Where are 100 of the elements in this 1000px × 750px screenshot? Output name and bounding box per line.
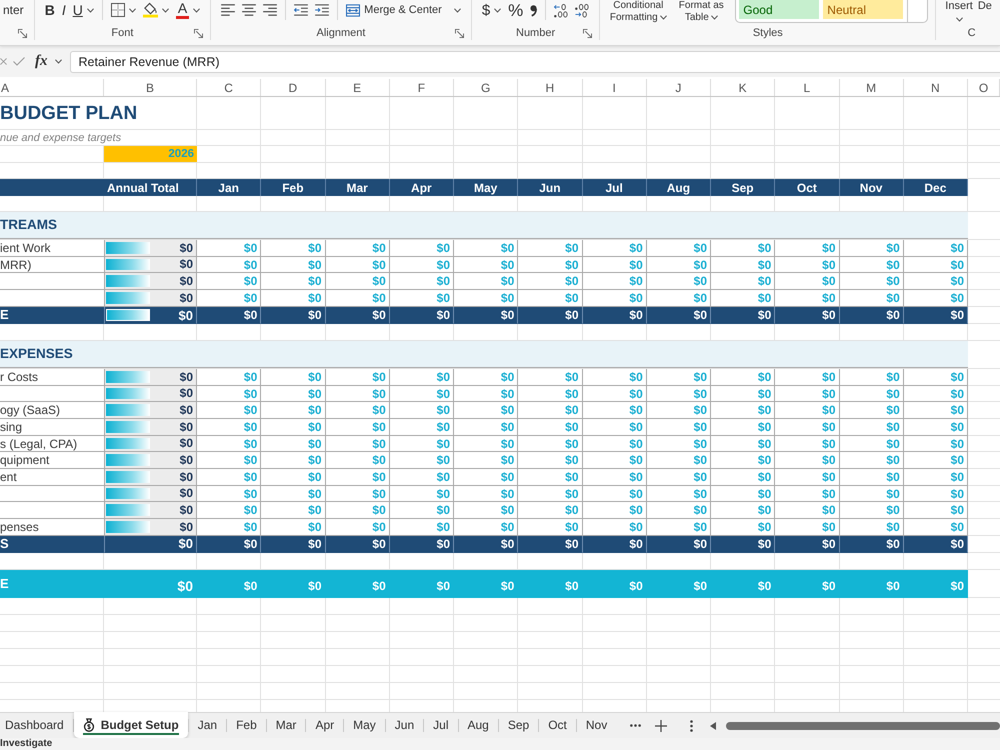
group-label: Styles bbox=[752, 27, 783, 40]
ribbon-command[interactable]: De bbox=[976, 0, 994, 13]
worksheet-grid[interactable] bbox=[0, 97, 1000, 712]
column-header[interactable]: L bbox=[775, 79, 840, 96]
font-color-button[interactable]: A bbox=[172, 0, 204, 20]
column-header[interactable]: I bbox=[582, 79, 647, 96]
table-cell: $0 bbox=[104, 570, 197, 598]
percent-button[interactable]: % bbox=[505, 0, 526, 20]
sheet-tab[interactable]: May bbox=[344, 712, 385, 738]
table-cell: $0 bbox=[711, 536, 776, 553]
scroll-left-icon[interactable] bbox=[710, 722, 716, 730]
formula-field[interactable]: Retainer Revenue (MRR) bbox=[70, 50, 1000, 72]
table-cell: $0 bbox=[582, 386, 647, 402]
table-cell: $0 bbox=[582, 436, 647, 452]
table-cell: $0 bbox=[775, 570, 840, 598]
sheet-tab[interactable]: Oct bbox=[539, 712, 576, 738]
annual-total-value: $0 bbox=[180, 292, 193, 304]
table-cell: $0 bbox=[840, 419, 904, 436]
sheet-tab[interactable]: Jul bbox=[424, 712, 458, 738]
table-cell: $0 bbox=[261, 570, 326, 598]
cell-style-swatch[interactable]: Neutral bbox=[823, 0, 904, 19]
table-cell: $0 bbox=[326, 369, 390, 386]
ribbon-command[interactable]: Conditional Formatting bbox=[608, 0, 668, 24]
merge-cells-icon bbox=[346, 4, 360, 16]
table-cell: $0 bbox=[326, 436, 390, 452]
sheet-tab[interactable]: Budget Setup bbox=[74, 712, 188, 738]
dialog-launcher-icon[interactable] bbox=[18, 28, 27, 38]
cell-style-swatch[interactable]: Good bbox=[739, 0, 820, 19]
sheet-tab[interactable]: Jun bbox=[386, 712, 424, 738]
column-header[interactable]: E bbox=[326, 79, 390, 96]
column-header[interactable]: B bbox=[104, 79, 197, 96]
underline-button[interactable]: U bbox=[70, 0, 97, 20]
table-cell: $0 bbox=[104, 536, 197, 553]
scrollbar-thumb[interactable] bbox=[726, 722, 1000, 730]
table-cell: $0 bbox=[326, 536, 390, 553]
dialog-launcher-icon[interactable] bbox=[583, 28, 592, 38]
table-cell: $0 bbox=[840, 502, 904, 519]
column-header[interactable]: M bbox=[840, 79, 904, 96]
column-header[interactable]: K bbox=[711, 79, 776, 96]
check-icon[interactable] bbox=[13, 57, 25, 66]
table-cell: $0 bbox=[646, 570, 711, 598]
merge-center-button[interactable]: Merge & Center bbox=[343, 0, 464, 20]
ribbon-command[interactable]: nter bbox=[0, 0, 27, 20]
dialog-launcher-icon[interactable] bbox=[194, 28, 204, 38]
sheet-tab[interactable]: Dashboard bbox=[0, 712, 73, 738]
insert-function-button[interactable]: fx bbox=[34, 53, 48, 70]
table-cell: $0 bbox=[904, 536, 968, 553]
table-cell: $0 bbox=[326, 402, 390, 419]
table-cell: $0 bbox=[326, 273, 390, 290]
sheet-tab[interactable]: Sep bbox=[498, 712, 538, 738]
table-cell: $0 bbox=[326, 519, 390, 536]
sheet-tab[interactable]: Mar bbox=[266, 712, 306, 738]
ribbon-command[interactable]: Format as Table bbox=[671, 0, 732, 24]
align-center-icon bbox=[242, 4, 256, 16]
more-icon[interactable] bbox=[630, 724, 641, 727]
table-cell: $0 bbox=[582, 290, 647, 307]
table-cell: $0 bbox=[840, 402, 904, 419]
annual-total-value: $0 bbox=[180, 454, 193, 466]
column-header[interactable]: D bbox=[261, 79, 326, 96]
column-header[interactable]: N bbox=[904, 79, 968, 96]
table-cell: $0 bbox=[840, 369, 904, 386]
table-cell: $0 bbox=[582, 257, 647, 273]
column-header[interactable]: F bbox=[390, 79, 454, 96]
column-header[interactable]: H bbox=[518, 79, 582, 96]
increase-indent-icon bbox=[315, 4, 330, 16]
annual-total-value: $0 bbox=[180, 504, 193, 516]
section-title: EXPENSES bbox=[0, 341, 968, 368]
table-cell: $0 bbox=[518, 536, 582, 553]
sheet-tab[interactable]: Aug bbox=[458, 712, 498, 738]
sheet-tab[interactable]: Feb bbox=[227, 712, 266, 738]
column-header[interactable]: A bbox=[0, 79, 104, 96]
decrease-indent-icon bbox=[294, 4, 308, 16]
sheet-tab[interactable]: Apr bbox=[306, 712, 344, 738]
currency-button[interactable]: $ bbox=[478, 0, 504, 20]
table-cell: $0 bbox=[582, 307, 647, 324]
dialog-launcher-icon[interactable] bbox=[454, 28, 464, 38]
table-cell: $0 bbox=[840, 452, 904, 469]
annual-total-value: $0 bbox=[178, 308, 193, 322]
table-cell: $0 bbox=[840, 386, 904, 402]
table-cell: $0 bbox=[840, 290, 904, 307]
sheet-tab[interactable]: Nov bbox=[576, 712, 616, 738]
cancel-icon[interactable] bbox=[0, 58, 7, 65]
annual-total-value: $0 bbox=[180, 274, 193, 288]
column-header[interactable]: O bbox=[968, 79, 1000, 96]
column-header[interactable]: J bbox=[646, 79, 711, 96]
column-header[interactable]: G bbox=[454, 79, 518, 96]
table-cell: $0 bbox=[904, 570, 968, 598]
sheet-tab[interactable]: Jan bbox=[188, 712, 226, 738]
ribbon-command[interactable]: Insert bbox=[943, 0, 975, 22]
italic-button[interactable]: I bbox=[58, 0, 69, 20]
bold-button[interactable]: B bbox=[42, 0, 58, 20]
table-cell: $0 bbox=[454, 307, 518, 324]
row-label: E bbox=[0, 570, 104, 598]
column-header[interactable]: C bbox=[197, 79, 262, 96]
vertical-dots-icon[interactable] bbox=[690, 720, 693, 732]
table-cell: $0 bbox=[390, 570, 454, 598]
borders-icon bbox=[110, 3, 125, 17]
add-icon[interactable] bbox=[655, 720, 668, 732]
table-cell: $0 bbox=[326, 419, 390, 436]
column-heading: Mar bbox=[326, 179, 390, 196]
